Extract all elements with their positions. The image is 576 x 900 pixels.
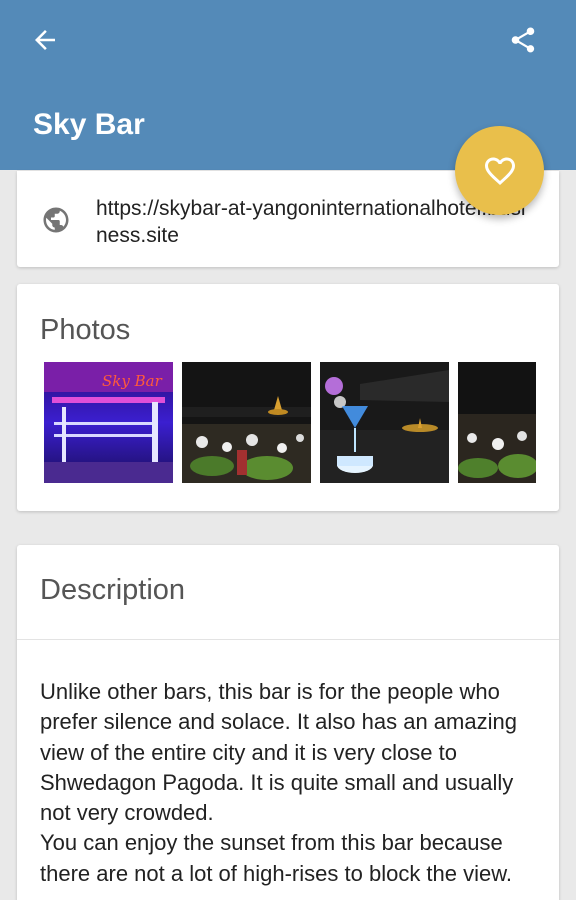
page-title: Sky Bar — [33, 108, 145, 141]
description-text: Unlike other bars, this bar is for the p… — [40, 679, 517, 886]
share-button[interactable] — [499, 16, 547, 64]
arrow-left-icon — [35, 30, 55, 50]
photo-thumbnail-1[interactable]: Sky Bar — [44, 362, 173, 483]
description-card: Description Unlike other bars, this bar … — [17, 545, 559, 900]
svg-text:Sky Bar: Sky Bar — [102, 372, 163, 390]
photos-heading: Photos — [40, 314, 131, 346]
photos-card: Photos Sky Bar — [17, 284, 559, 511]
night-view-pagoda-2-photo — [458, 362, 536, 483]
bar-counter-neon-photo: Sky Bar — [44, 362, 173, 483]
back-button[interactable] — [21, 16, 69, 64]
photo-thumbnail-3[interactable] — [320, 362, 449, 483]
night-view-pagoda-photo — [182, 362, 311, 483]
divider — [17, 639, 559, 640]
globe-icon — [43, 207, 69, 233]
heart-outline-icon — [484, 157, 515, 185]
photo-thumbnail-2[interactable] — [182, 362, 311, 483]
photo-thumbnail-4[interactable] — [458, 362, 536, 483]
description-heading: Description — [40, 574, 186, 606]
share-icon — [511, 27, 535, 53]
favorite-button[interactable] — [455, 126, 544, 215]
cocktail-glass-photo — [320, 362, 449, 483]
